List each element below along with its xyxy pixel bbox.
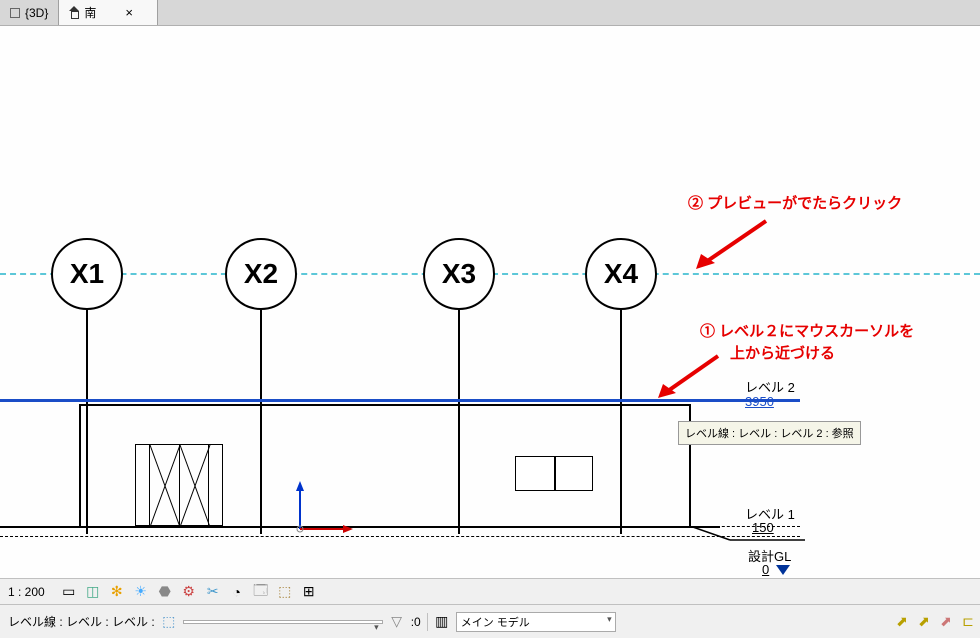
grid-line-x2 bbox=[260, 310, 262, 534]
annotation-step2: ② プレビューがでたらクリック bbox=[688, 192, 902, 213]
gl-label: 設計GL bbox=[748, 546, 791, 565]
pin-icon[interactable]: ⬈ bbox=[938, 614, 954, 630]
show-crop-icon[interactable]: ◔ bbox=[229, 584, 245, 600]
drag-icon[interactable]: ⬈ bbox=[916, 614, 932, 630]
grid-label-x4: X4 bbox=[604, 258, 638, 290]
grid-bubble-x2[interactable]: X2 bbox=[225, 238, 297, 310]
grid-bubble-x4[interactable]: X4 bbox=[585, 238, 657, 310]
rendering-icon[interactable]: ⚙ bbox=[181, 584, 197, 600]
count-label: :0 bbox=[411, 615, 421, 629]
constraint-icon[interactable]: ⊏ bbox=[960, 614, 976, 630]
scale-label[interactable]: 1 : 200 bbox=[8, 585, 53, 599]
annotation-step1-line1: ① レベル２にマウスカーソルを bbox=[700, 320, 914, 341]
right-icon-group: ⬈ ⬈ ⬈ ⊏ bbox=[894, 614, 976, 630]
tab-3d[interactable]: {3D} bbox=[0, 0, 58, 25]
type-selector-icon[interactable]: ⬚ bbox=[161, 614, 177, 630]
tab-3d-label: {3D} bbox=[25, 6, 48, 20]
tab-bar: {3D} 南 × bbox=[0, 0, 980, 26]
model-icon[interactable]: ▥ bbox=[434, 614, 450, 630]
grid-line-x3 bbox=[458, 310, 460, 534]
grid-bubble-x3[interactable]: X3 bbox=[423, 238, 495, 310]
select-icon[interactable]: ⬈ bbox=[894, 614, 910, 630]
gl-value: 0 bbox=[762, 562, 769, 577]
door bbox=[135, 444, 223, 526]
temp-hide-icon[interactable]: ⬚ bbox=[277, 584, 293, 600]
arrow-step1-icon bbox=[650, 351, 730, 406]
grid-line-x4 bbox=[620, 310, 622, 534]
level-2-value: 3950 bbox=[745, 394, 774, 409]
visual-style-icon[interactable]: ✻ bbox=[109, 584, 125, 600]
tooltip: レベル線 : レベル : レベル 2 : 参照 bbox=[678, 421, 861, 445]
roof-line bbox=[79, 404, 689, 406]
detail-level-icon[interactable]: ◫ bbox=[85, 584, 101, 600]
status-bar: レベル線 : レベル : レベル : ⬚ ▽ :0 ▥ メイン モデル ⬈ ⬈ … bbox=[0, 604, 980, 638]
gl-line[interactable] bbox=[0, 536, 800, 537]
house-icon bbox=[69, 8, 79, 18]
gl-marker-icon bbox=[776, 565, 792, 577]
filter-icon[interactable]: ▽ bbox=[389, 614, 405, 630]
reveal-icon[interactable]: ⊞ bbox=[301, 584, 317, 600]
window bbox=[515, 456, 593, 491]
grid-label-x1: X1 bbox=[70, 258, 104, 290]
model-dropdown[interactable]: メイン モデル bbox=[456, 612, 616, 632]
status-label: レベル線 : レベル : レベル : bbox=[8, 613, 155, 630]
tab-south-label: 南 bbox=[84, 4, 96, 21]
lock-view-icon[interactable]: 🗔 bbox=[253, 584, 269, 600]
sun-path-icon[interactable]: ☀ bbox=[133, 584, 149, 600]
grid-bubble-x1[interactable]: X1 bbox=[51, 238, 123, 310]
coord-axes-icon bbox=[288, 481, 368, 541]
tab-south[interactable]: 南 × bbox=[58, 0, 158, 25]
arrow-step2-icon bbox=[688, 216, 778, 276]
drawing-canvas[interactable]: X1 X2 X3 X4 レベル 2 3950 bbox=[0, 26, 980, 578]
tab-close-button[interactable]: × bbox=[121, 5, 137, 20]
grid-label-x3: X3 bbox=[442, 258, 476, 290]
shadows-icon[interactable]: ⬣ bbox=[157, 584, 173, 600]
divider bbox=[427, 613, 428, 631]
annotation-step1-line2: 上から近づける bbox=[730, 342, 835, 363]
display-model-icon[interactable]: ▭ bbox=[61, 584, 77, 600]
crop-view-icon[interactable]: ✂ bbox=[205, 584, 221, 600]
grid-label-x2: X2 bbox=[244, 258, 278, 290]
view-control-toolbar: 1 : 200 ▭ ◫ ✻ ☀ ⬣ ⚙ ✂ ◔ 🗔 ⬚ ⊞ bbox=[0, 578, 980, 604]
grid-line-x1 bbox=[86, 310, 88, 534]
cube-icon bbox=[10, 8, 20, 18]
wall-left bbox=[79, 404, 81, 526]
type-dropdown[interactable] bbox=[183, 620, 383, 624]
